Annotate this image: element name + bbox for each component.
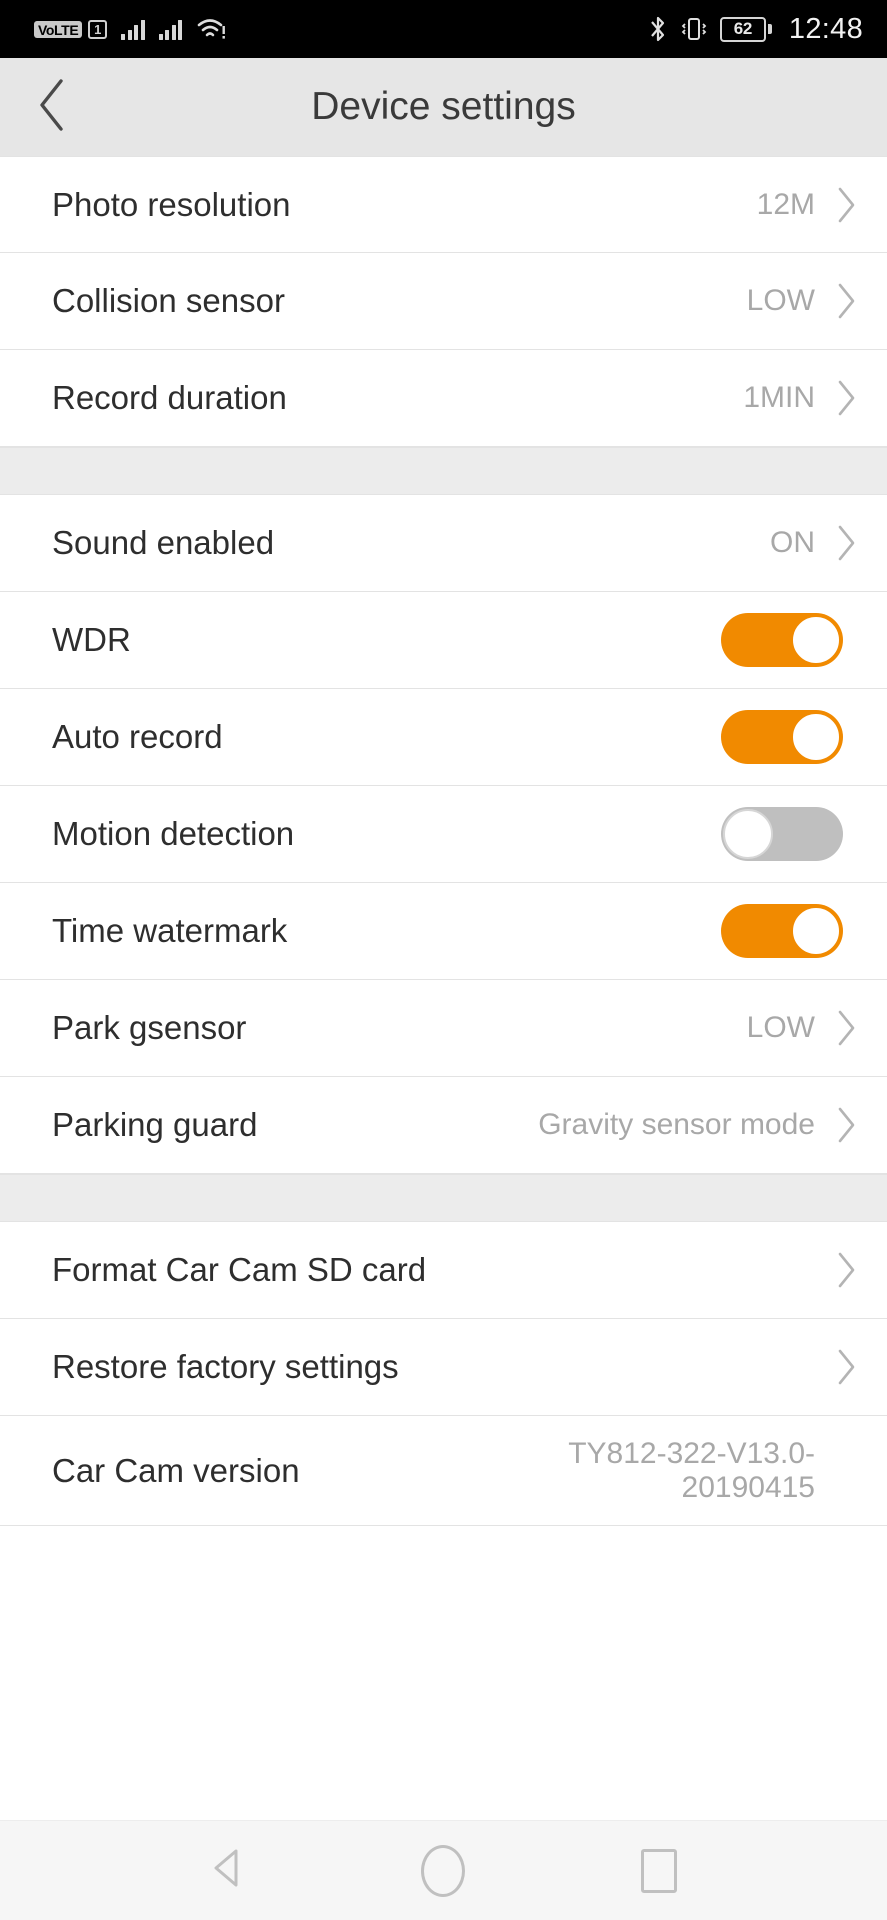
row-car-cam-version: Car Cam version TY812-322-V13.0-20190415 xyxy=(0,1416,887,1526)
wifi-icon xyxy=(196,17,226,41)
row-label: Car Cam version xyxy=(52,1451,300,1489)
row-restore-factory-settings[interactable]: Restore factory settings xyxy=(0,1319,887,1416)
chevron-right-icon xyxy=(833,1348,859,1386)
triangle-back-icon xyxy=(208,1846,248,1895)
chevron-right-icon xyxy=(833,186,859,224)
row-label: Photo resolution xyxy=(52,185,291,223)
row-format-sd-card[interactable]: Format Car Cam SD card xyxy=(0,1222,887,1319)
toggle-knob xyxy=(791,615,841,665)
row-value: ON xyxy=(770,526,815,559)
row-parking-guard[interactable]: Parking guard Gravity sensor mode xyxy=(0,1077,887,1174)
status-bar-left: VoLTE 1 xyxy=(34,17,226,41)
group-separator-2 xyxy=(0,1174,887,1222)
toggle-knob xyxy=(791,906,841,956)
row-label: Sound enabled xyxy=(52,524,275,561)
vibrate-icon xyxy=(681,14,707,44)
chevron-right-icon xyxy=(833,1251,859,1289)
row-value: LOW xyxy=(746,284,815,317)
phone-screen: VoLTE 1 62 12:48 Device settings Photo r… xyxy=(0,0,887,1920)
chevron-right-icon xyxy=(833,524,859,562)
nav-home-button[interactable] xyxy=(403,1831,483,1911)
row-value: LOW xyxy=(746,1011,815,1044)
row-auto-record[interactable]: Auto record xyxy=(0,689,887,786)
row-wdr[interactable]: WDR xyxy=(0,592,887,689)
row-label: Restore factory settings xyxy=(52,1348,399,1385)
circle-home-icon xyxy=(421,1844,466,1897)
row-label: Time watermark xyxy=(52,912,288,949)
row-collision-sensor[interactable]: Collision sensor LOW xyxy=(0,253,887,350)
row-value: Gravity sensor mode xyxy=(538,1108,815,1141)
volte-badge: VoLTE xyxy=(34,20,83,38)
row-value: 1MIN xyxy=(743,381,815,414)
row-photo-resolution[interactable]: Photo resolution 12M xyxy=(0,156,887,253)
clock-text: 12:48 xyxy=(788,12,863,45)
row-sound-enabled[interactable]: Sound enabled ON xyxy=(0,495,887,592)
group-separator-1 xyxy=(0,447,887,495)
row-label: Collision sensor xyxy=(52,282,285,319)
row-park-gsensor[interactable]: Park gsensor LOW xyxy=(0,980,887,1077)
row-label: Motion detection xyxy=(52,815,295,852)
toggle-knob xyxy=(723,809,773,859)
bluetooth-icon xyxy=(648,14,668,44)
row-label: Format Car Cam SD card xyxy=(52,1251,427,1288)
app-bar: Device settings xyxy=(0,58,887,156)
time-watermark-toggle[interactable] xyxy=(721,904,843,958)
toggle-knob xyxy=(791,712,841,762)
row-label: WDR xyxy=(52,621,131,658)
auto-record-toggle[interactable] xyxy=(721,710,843,764)
row-record-duration[interactable]: Record duration 1MIN xyxy=(0,350,887,447)
android-nav-bar xyxy=(0,1820,887,1920)
row-value: TY812-322-V13.0-20190415 xyxy=(568,1436,815,1504)
chevron-right-icon xyxy=(833,282,859,320)
battery-level-text: 62 xyxy=(719,16,766,42)
chevron-right-icon xyxy=(833,379,859,417)
nav-recents-button[interactable] xyxy=(619,1831,699,1911)
row-time-watermark[interactable]: Time watermark xyxy=(0,883,887,980)
page-title: Device settings xyxy=(311,85,576,128)
row-label: Record duration xyxy=(52,379,287,416)
back-button[interactable] xyxy=(0,58,104,156)
chevron-left-icon xyxy=(35,77,69,138)
row-label: Park gsensor xyxy=(52,1009,247,1046)
settings-list: Photo resolution 12M Collision sensor LO… xyxy=(0,156,887,1820)
battery-icon: 62 xyxy=(719,16,772,42)
motion-detection-toggle[interactable] xyxy=(721,807,843,861)
chevron-right-icon xyxy=(833,1009,859,1047)
square-recents-icon xyxy=(641,1848,678,1893)
chevron-right-icon xyxy=(833,1106,859,1144)
row-value: 12M xyxy=(756,187,815,221)
nav-back-button[interactable] xyxy=(188,1831,268,1911)
status-bar: VoLTE 1 62 12:48 xyxy=(0,0,887,58)
row-motion-detection[interactable]: Motion detection xyxy=(0,786,887,883)
sim-1-badge: 1 xyxy=(88,19,108,39)
status-bar-right: 62 12:48 xyxy=(648,13,863,46)
signal-bars-2-icon xyxy=(158,18,183,40)
battery-tip xyxy=(767,24,772,34)
wdr-toggle[interactable] xyxy=(721,613,843,667)
row-label: Parking guard xyxy=(52,1106,258,1143)
row-label: Auto record xyxy=(52,718,223,755)
signal-bars-1-icon xyxy=(121,18,145,40)
